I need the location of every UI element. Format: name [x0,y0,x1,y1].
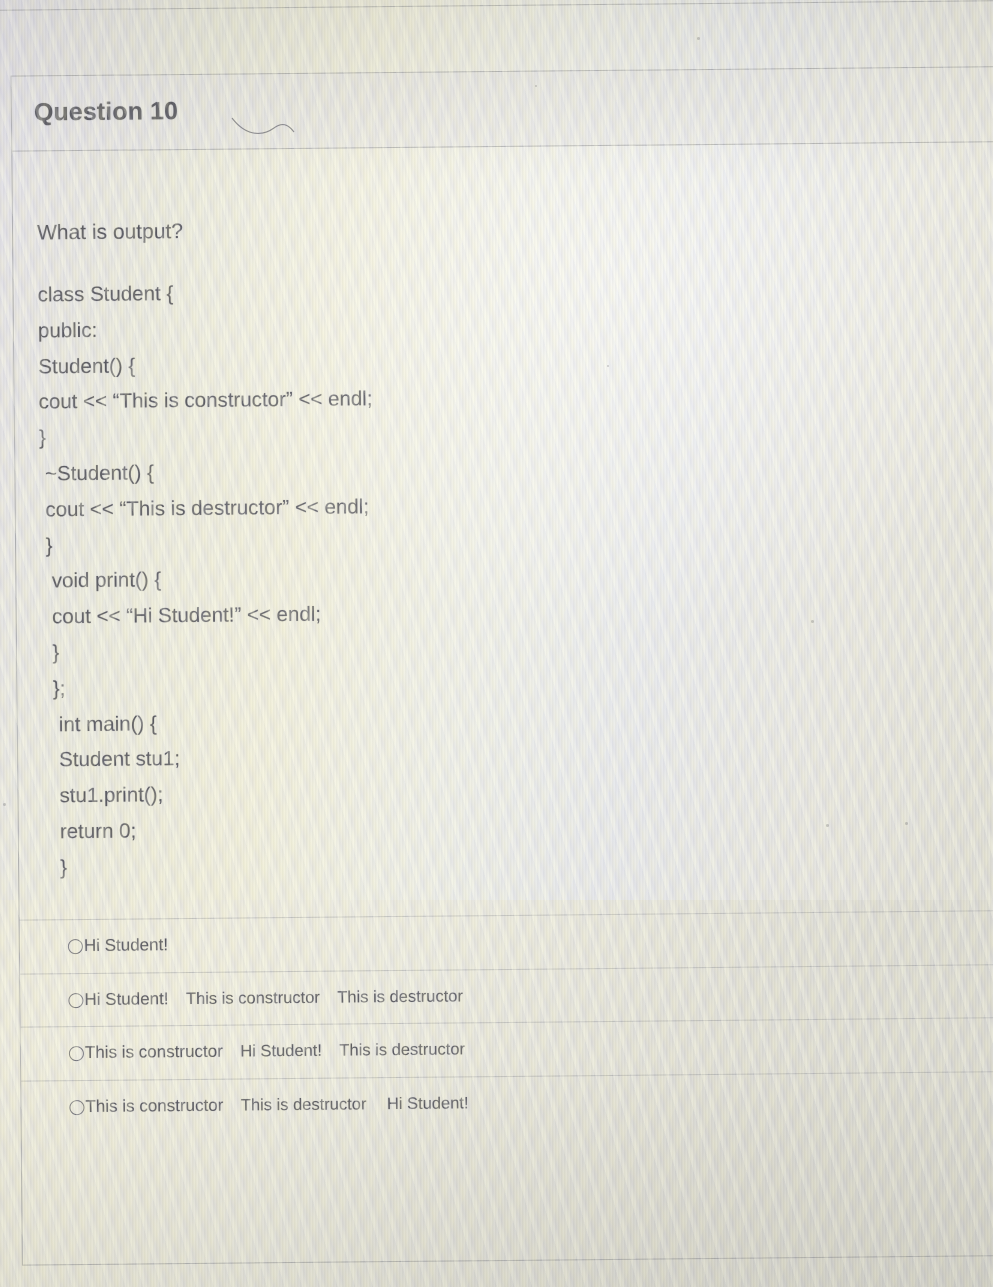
code-line: } [38,426,46,450]
option-line: Hi Student! [386,1093,469,1113]
answer-option-4-text: This is constructor This is destructor H… [85,1085,993,1119]
code-line: cout << “This is constructor” << endl; [38,387,373,414]
answer-option-3-text: This is constructor Hi Student! This is … [85,1032,993,1066]
code-line: stu1.print(); [42,783,164,808]
radio-button-icon[interactable] [67,939,83,955]
option-line: Hi Student! [83,935,169,956]
question-card-header: Question 10 [11,66,993,152]
code-line: Student() { [38,354,136,379]
code-line: void print() { [40,568,162,593]
option-line: This is destructor [339,1040,466,1060]
radio-button-icon[interactable] [69,1099,85,1115]
radio-button-icon[interactable] [68,992,84,1008]
answer-option-3[interactable]: This is constructor Hi Student! This is … [20,1016,993,1081]
option-line: This is constructor [85,1095,224,1116]
page-content-layer: Question 10 What is output? class Studen… [0,0,993,1287]
code-line: public: [37,318,98,343]
option-line: Hi Student! [84,988,169,1009]
option-line: This is constructor [185,988,320,1008]
answer-option-2-text: Hi Student! This is constructor This is … [84,978,993,1012]
answer-options: Hi Student! Hi Student! This is construc… [19,909,993,1134]
code-line: return 0; [42,819,137,844]
answer-option-1[interactable]: Hi Student! [19,909,993,974]
page-title: Question 10 [33,97,179,127]
code-line: } [39,533,53,558]
radio-button-icon[interactable] [68,1046,84,1062]
option-line: Hi Student! [240,1041,323,1061]
code-line: cout << “This is destructor” << endl; [39,495,370,522]
code-line: } [43,855,68,880]
page-top-divider [0,0,993,12]
code-line: int main() { [41,711,157,736]
code-line: ~Student() { [39,461,155,486]
code-line: }; [41,676,66,701]
option-line: This is destructor [240,1094,367,1115]
option-line: This is destructor [337,986,463,1007]
option-line: This is constructor [84,1041,223,1063]
answer-option-2[interactable]: Hi Student! This is constructor This is … [20,963,993,1027]
code-line: cout << “Hi Student!” << endl; [40,602,322,629]
code-line: Student stu1; [41,747,181,772]
code-line: class Student { [37,282,174,307]
photographed-screen: Question 10 What is output? class Studen… [0,0,993,1287]
question-card: Question 10 What is output? class Studen… [10,65,993,1266]
code-line: } [40,641,60,665]
answer-option-4[interactable]: This is constructor This is destructor H… [21,1070,993,1134]
code-snippet: class Student { public: Student() { cout… [37,272,603,886]
answer-option-1-text: Hi Student! [84,925,993,959]
question-prompt: What is output? [36,220,184,245]
